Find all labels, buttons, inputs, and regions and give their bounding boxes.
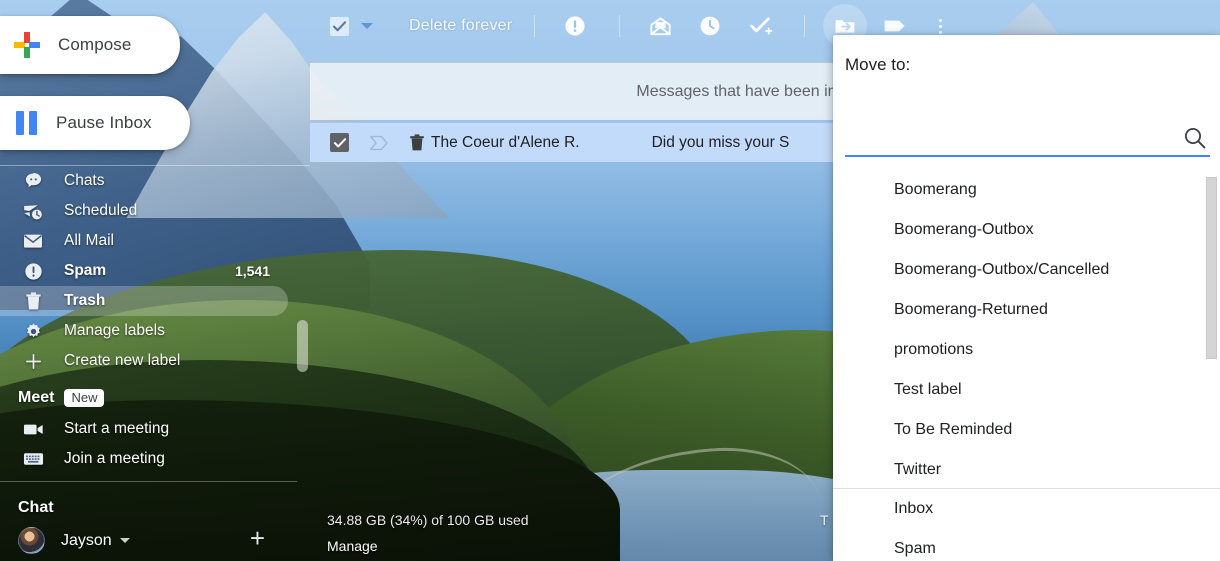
- label-list[interactable]: Boomerang Boomerang-Outbox Boomerang-Out…: [833, 170, 1220, 488]
- pause-icon: [16, 111, 38, 135]
- sidebar-item-label: Scheduled: [64, 202, 138, 219]
- storage-manage-link[interactable]: Manage: [327, 538, 529, 554]
- important-chevron-icon: [369, 135, 388, 150]
- list-item[interactable]: Boomerang-Outbox/Cancelled: [833, 250, 1220, 290]
- list-item[interactable]: Spam: [833, 529, 1220, 561]
- kebab-dot: [938, 24, 942, 28]
- list-item[interactable]: Test label: [833, 370, 1220, 410]
- list-item[interactable]: Inbox: [833, 489, 1220, 529]
- sidebar: Compose Pause Inbox Chats Scheduled All …: [0, 0, 310, 561]
- add-to-tasks-button[interactable]: [738, 4, 782, 48]
- trash-icon: [22, 291, 44, 311]
- sidebar-item-label: Chats: [64, 172, 105, 189]
- toolbar-divider: [534, 15, 536, 37]
- important-marker-icon[interactable]: [369, 135, 389, 151]
- move-to-search-field: [845, 121, 1210, 157]
- row-subject: Did you miss your S: [651, 133, 790, 151]
- toolbar-divider: [804, 15, 806, 37]
- kebab-dot: [938, 30, 942, 34]
- mark-as-read-button[interactable]: [638, 4, 682, 48]
- select-all-checkbox[interactable]: [330, 16, 349, 36]
- sidebar-item-label: Manage labels: [64, 322, 165, 339]
- list-item[interactable]: Boomerang: [833, 170, 1220, 210]
- chat-user-row[interactable]: Jayson +: [18, 525, 293, 554]
- meet-section-title: Meet: [18, 389, 55, 406]
- checkbox-checked-icon: [332, 20, 347, 31]
- sidebar-item-create-new-label[interactable]: Create new label: [0, 346, 288, 376]
- chat-section-header: Chat: [18, 499, 54, 516]
- trash-can-icon: [410, 133, 424, 150]
- gmail-plus-icon: [14, 32, 40, 58]
- row-select-checkbox[interactable]: [330, 133, 349, 152]
- sidebar-item-join-a-meeting[interactable]: Join a meeting: [0, 444, 288, 474]
- storage-info: 34.88 GB (34%) of 100 GB used Manage: [327, 512, 529, 554]
- system-label-list: Inbox Spam: [833, 489, 1220, 561]
- meet-new-badge: New: [64, 389, 105, 407]
- sidebar-item-label: All Mail: [64, 232, 114, 249]
- sidebar-item-count: 1,541: [234, 263, 270, 279]
- report-spam-button[interactable]: [553, 4, 597, 48]
- video-camera-icon: [22, 422, 44, 437]
- sidebar-item-label: Trash: [64, 292, 106, 309]
- sidebar-nav-list: Chats Scheduled All Mail Spam 1,541 Tras…: [0, 166, 310, 376]
- list-item[interactable]: promotions: [833, 330, 1220, 370]
- sidebar-item-all-mail[interactable]: All Mail: [0, 226, 288, 256]
- compose-label: Compose: [58, 35, 132, 54]
- envelope-icon: [22, 233, 44, 249]
- pause-inbox-label: Pause Inbox: [56, 113, 152, 132]
- sidebar-item-label: Spam: [64, 262, 107, 279]
- clock-icon: [700, 16, 720, 36]
- sidebar-item-label: Join a meeting: [64, 450, 165, 467]
- open-envelope-icon: [650, 16, 671, 35]
- sidebar-scrollbar-thumb[interactable]: [297, 320, 308, 372]
- compose-button[interactable]: Compose: [0, 16, 180, 74]
- exclamation-icon: [22, 262, 44, 281]
- pause-inbox-button[interactable]: Pause Inbox: [0, 96, 190, 150]
- plus-icon: [22, 352, 44, 371]
- list-item[interactable]: Twitter: [833, 450, 1220, 488]
- avatar: [18, 527, 45, 554]
- list-item[interactable]: Boomerang-Returned: [833, 290, 1220, 330]
- gear-icon: [22, 322, 44, 341]
- label-list-scrollbar-thumb[interactable]: [1206, 177, 1217, 359]
- toolbar-divider: [619, 15, 621, 37]
- trash-icon: [409, 133, 425, 152]
- storage-usage-text: 34.88 GB (34%) of 100 GB used: [327, 512, 529, 528]
- chat-bubble-icon: [22, 172, 44, 191]
- sidebar-item-chats[interactable]: Chats: [0, 166, 288, 196]
- meet-section-header: Meet New: [18, 389, 105, 407]
- keyboard-icon: [22, 451, 44, 467]
- snooze-button[interactable]: [688, 4, 732, 48]
- scheduled-send-icon: [22, 202, 44, 221]
- chevron-down-icon[interactable]: [361, 23, 373, 29]
- meet-nav-list: Start a meeting Join a meeting: [0, 414, 310, 474]
- table-row[interactable]: The Coeur d'Alene R. Did you miss your S: [310, 122, 835, 162]
- sidebar-item-spam[interactable]: Spam 1,541: [0, 256, 288, 286]
- sidebar-item-manage-labels[interactable]: Manage labels: [0, 316, 288, 346]
- sidebar-item-label: Create new label: [64, 352, 181, 369]
- sidebar-item-start-a-meeting[interactable]: Start a meeting: [0, 414, 288, 444]
- move-to-title: Move to:: [845, 55, 911, 74]
- check-plus-icon: [749, 16, 773, 34]
- search-icon[interactable]: [1182, 125, 1208, 151]
- add-contact-button[interactable]: +: [250, 525, 265, 551]
- list-item[interactable]: Boomerang-Outbox: [833, 210, 1220, 250]
- checkbox-checked-icon: [333, 137, 346, 147]
- sidebar-item-trash[interactable]: Trash: [0, 286, 288, 316]
- chevron-down-icon[interactable]: [119, 538, 130, 543]
- list-item[interactable]: To Be Reminded: [833, 410, 1220, 450]
- sidebar-item-label: Start a meeting: [64, 420, 170, 437]
- chat-user-name: Jayson: [61, 531, 112, 549]
- row-sender: The Coeur d'Alene R.: [431, 133, 580, 151]
- sidebar-divider: [0, 481, 297, 482]
- kebab-dot: [938, 18, 942, 22]
- move-to-panel: Move to: Boomerang Boomerang-Outbox Boom…: [833, 35, 1220, 561]
- trash-retention-banner: Messages that have been in Trash mor: [310, 62, 913, 120]
- sidebar-item-scheduled[interactable]: Scheduled: [0, 196, 288, 226]
- label-tag-icon: [884, 20, 905, 32]
- search-input[interactable]: [845, 121, 1175, 153]
- delete-forever-button[interactable]: Delete forever: [409, 17, 512, 35]
- exclamation-circle-icon: [565, 16, 585, 36]
